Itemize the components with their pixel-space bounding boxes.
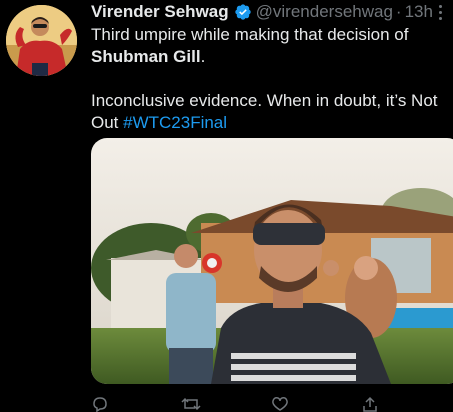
more-dot <box>438 10 442 14</box>
tweet-text-fragment: Out <box>91 113 124 132</box>
tweet-line: Shubman Gill. <box>91 46 441 68</box>
share-icon[interactable] <box>361 396 379 412</box>
author-name[interactable]: Virender Sehwag <box>91 2 229 22</box>
more-options-icon[interactable] <box>433 2 447 22</box>
tweet-media-image[interactable] <box>91 138 453 384</box>
tweet-line: Third umpire while making that decision … <box>91 25 409 44</box>
photo-blindfolded-man <box>91 138 453 384</box>
mention-bold: Shubman Gill <box>91 47 201 66</box>
tweet-body: Third umpire while making that decision … <box>91 24 441 134</box>
tweet-header: Virender Sehwag @virendersehwag · 13h <box>91 2 433 22</box>
avatar-image <box>6 5 77 76</box>
reply-icon[interactable] <box>91 396 109 412</box>
author-handle[interactable]: @virendersehwag <box>256 2 393 22</box>
tweet-line: Out #WTC23Final <box>91 112 441 134</box>
hashtag-link[interactable]: #WTC23Final <box>123 113 227 132</box>
author-avatar[interactable] <box>6 5 77 76</box>
verified-badge-icon <box>234 4 251 20</box>
tweet-timestamp[interactable]: 13h <box>405 2 433 22</box>
retweet-icon[interactable] <box>181 396 201 412</box>
tweet-line: Inconclusive evidence. When in doubt, it… <box>91 91 438 110</box>
tweet-actions <box>91 396 451 412</box>
more-dot <box>438 16 442 20</box>
more-dot <box>438 4 442 8</box>
tweet-text-fragment: . <box>200 47 206 66</box>
like-icon[interactable] <box>271 396 289 412</box>
header-separator: · <box>395 2 402 21</box>
